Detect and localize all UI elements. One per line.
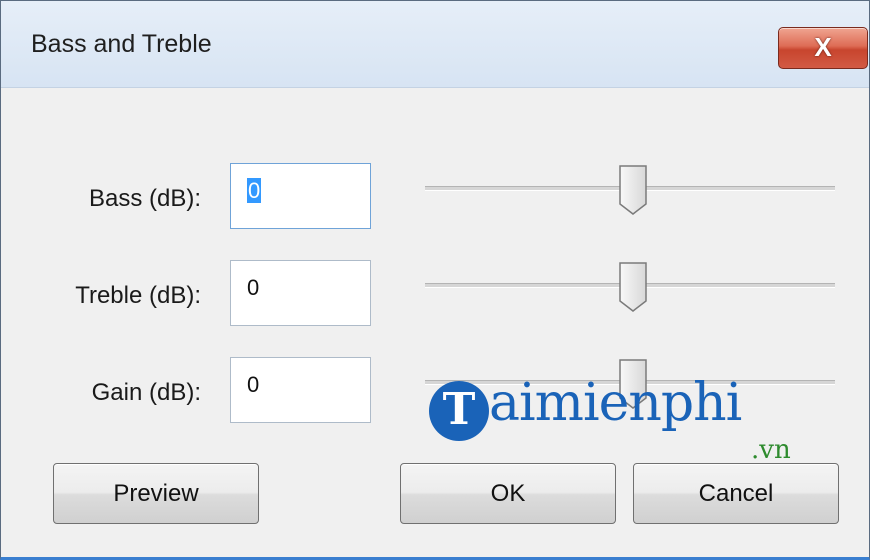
watermark-domain: .vn (751, 435, 791, 465)
treble-slider[interactable] (425, 257, 835, 317)
gain-slider[interactable] (425, 354, 835, 414)
cancel-button[interactable]: Cancel (633, 463, 839, 524)
treble-slider-thumb[interactable] (618, 261, 648, 313)
treble-label: Treble (dB): (75, 282, 201, 309)
gain-label: Gain (dB): (91, 379, 201, 406)
bass-slider-thumb[interactable] (618, 164, 648, 216)
bass-input-value: 0 (247, 178, 262, 203)
treble-input-value: 0 (247, 275, 260, 300)
close-button[interactable]: X (778, 27, 868, 69)
preview-button[interactable]: Preview (53, 463, 259, 524)
bass-label: Bass (dB): (88, 185, 201, 212)
bass-input[interactable]: 0 (230, 163, 371, 229)
treble-input[interactable]: 0 (230, 260, 371, 326)
close-icon: X (814, 32, 832, 62)
gain-input[interactable]: 0 (230, 357, 371, 423)
dialog-title: Bass and Treble (31, 30, 212, 58)
ok-button[interactable]: OK (400, 463, 616, 524)
gain-slider-thumb[interactable] (618, 358, 648, 410)
title-bar[interactable]: Bass and Treble X (1, 1, 869, 88)
bass-slider[interactable] (425, 160, 835, 220)
gain-input-value: 0 (247, 372, 260, 397)
bass-treble-dialog: Bass and Treble X Bass (dB): 0 Treble (d… (0, 0, 870, 560)
